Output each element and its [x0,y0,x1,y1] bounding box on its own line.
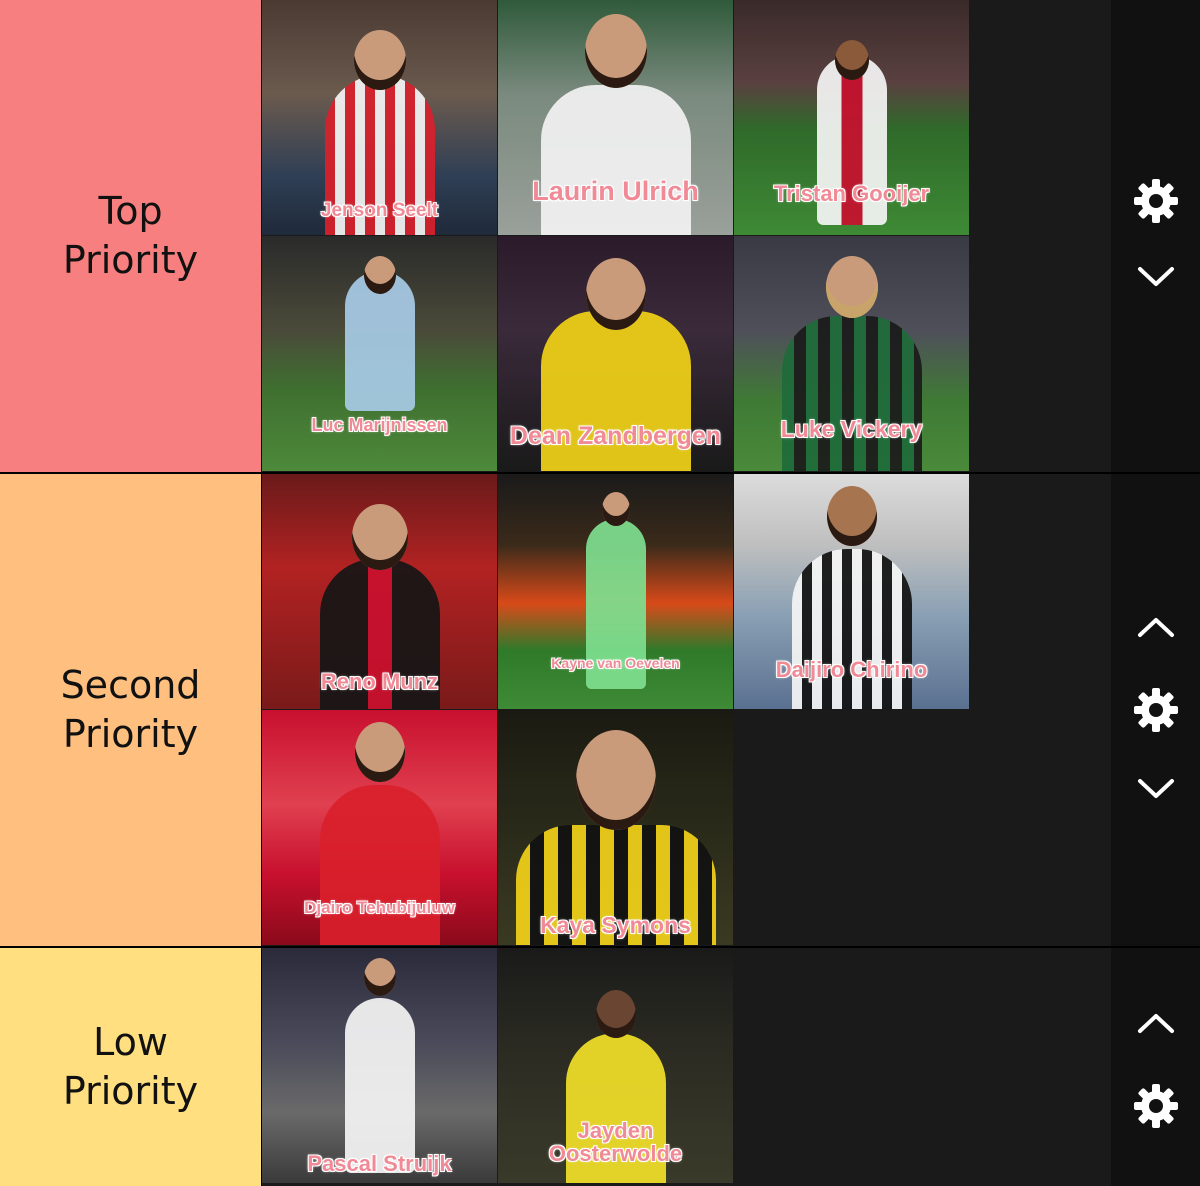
chevron-up-icon[interactable] [1131,998,1181,1048]
gear-icon[interactable] [1131,176,1181,226]
player-card[interactable]: Jenson Seelt [262,0,497,235]
player-name: Reno Munz [320,668,439,694]
tier-row-low: Low Priority Pascal Struijk Jayden Oosterw… [0,948,1200,1186]
tier-label-line2: Priority [62,712,199,756]
tier-controls [1111,474,1200,946]
player-card[interactable]: Djairo Tehubijuluw [262,710,497,945]
player-card[interactable]: Reno Munz [262,474,497,709]
tier-label[interactable]: Top Priority [0,0,262,472]
player-name: Daijiro Chirino [775,656,928,682]
player-name: Luke Vickery [780,415,923,442]
gear-icon[interactable] [1131,685,1181,735]
tier-label-line1: Low [93,1020,168,1064]
player-card[interactable]: Luc Marijnissen [262,236,497,471]
tier-controls [1111,0,1200,472]
player-name: Jenson Seelt [320,200,439,222]
player-card[interactable]: Tristan Gooijer [734,0,969,235]
player-name: Djairo Tehubijuluw [304,898,455,918]
tier-controls [1111,948,1200,1186]
chevron-up-icon[interactable] [1131,602,1181,652]
tier-label[interactable]: Low Priority [0,948,262,1186]
tier-items: Reno Munz Kayne van Oevelen Daijiro Chir… [262,474,1111,946]
player-name: Tristan Gooijer [773,180,930,206]
player-name: Pascal Struijk [307,1150,452,1176]
player-name: Dean Zandbergen [509,421,722,450]
player-name: Luc Marijnissen [311,415,448,436]
tier-label-line2: Priority [62,238,199,282]
player-name: Laurin Ulrich [532,175,699,206]
player-card[interactable]: Daijiro Chirino [734,474,969,709]
tier-label-line2: Priority [62,1069,199,1113]
tier-row-second: Second Priority Reno Munz Kayne van Oevel… [0,474,1200,948]
gear-icon[interactable] [1131,1081,1181,1131]
player-card[interactable]: Kaya Symons [498,710,733,945]
player-card[interactable]: Pascal Struijk [262,948,497,1183]
tier-label-line1: Second [60,663,201,707]
player-card[interactable]: Luke Vickery [734,236,969,471]
tier-label-line1: Top [98,189,163,233]
player-card[interactable]: Dean Zandbergen [498,236,733,471]
tier-items: Pascal Struijk Jayden Oosterwolde [262,948,1111,1186]
chevron-down-icon[interactable] [1131,252,1181,302]
player-name: Jayden Oosterwolde [498,1119,733,1165]
player-name: Kaya Symons [540,911,691,938]
player-name-first: Jayden Oosterwolde [548,1117,683,1166]
tier-row-top: Top Priority Jenson Seelt Laurin Ulrich T… [0,0,1200,474]
player-card[interactable]: Kayne van Oevelen [498,474,733,709]
chevron-down-icon[interactable] [1131,764,1181,814]
tier-label[interactable]: Second Priority [0,474,262,946]
player-name: Kayne van Oevelen [551,655,680,672]
player-card[interactable]: Laurin Ulrich [498,0,733,235]
player-card[interactable]: Jayden Oosterwolde [498,948,733,1183]
tier-items: Jenson Seelt Laurin Ulrich Tristan Gooij… [262,0,1111,472]
